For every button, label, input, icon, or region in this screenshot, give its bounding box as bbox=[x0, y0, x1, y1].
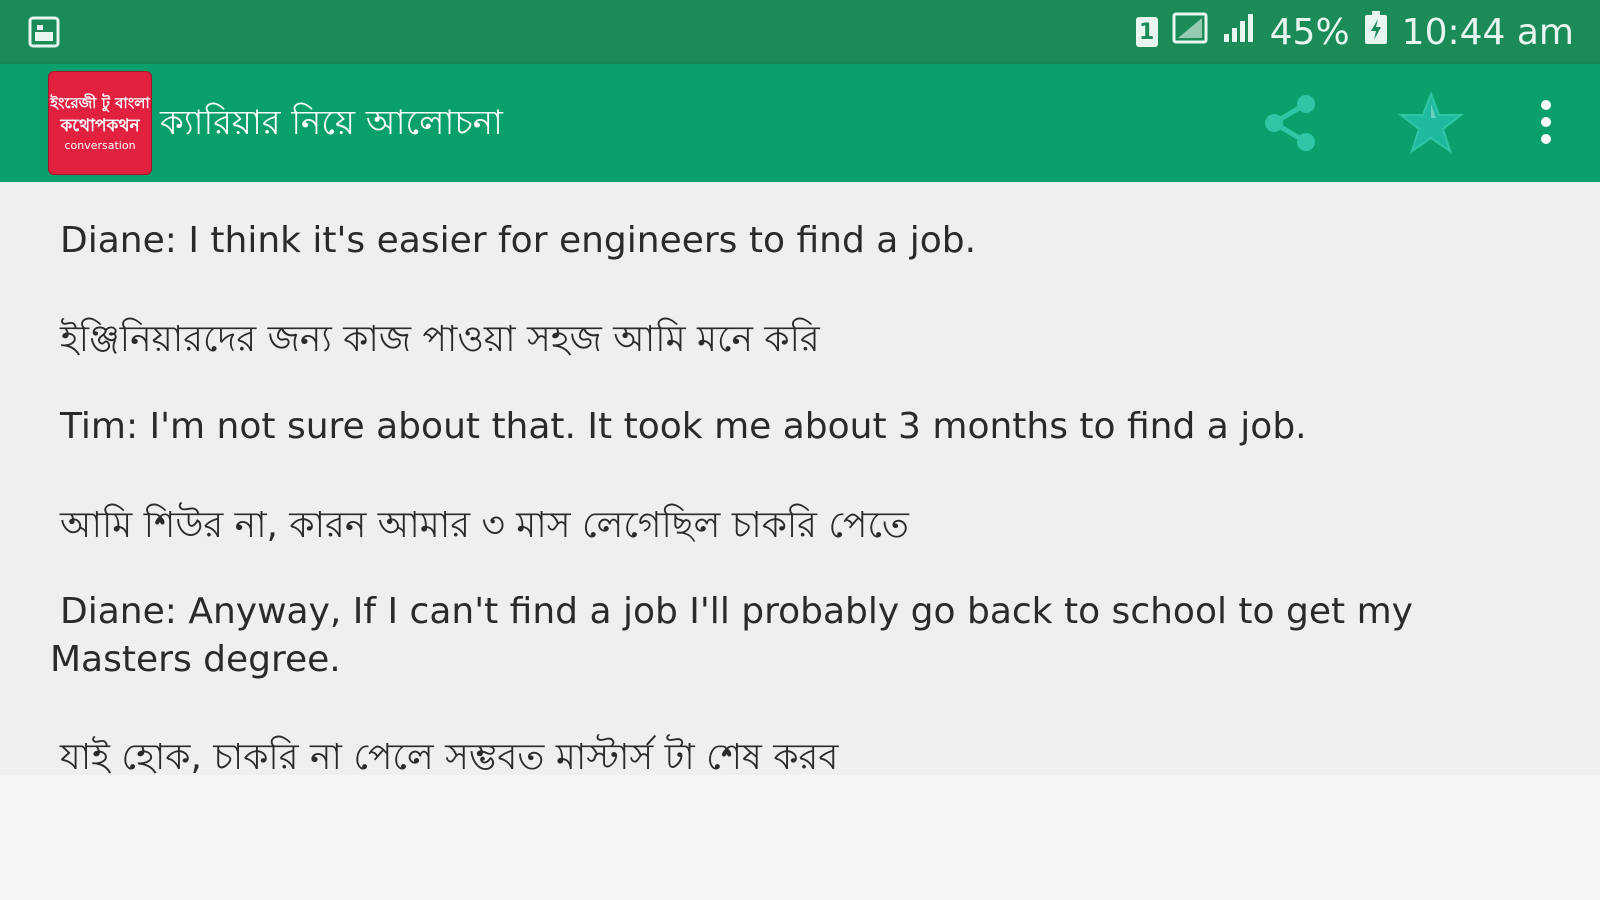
conversation-content[interactable]: Diane: I think it's easier for engineers… bbox=[0, 182, 1600, 775]
app-logo: ইংরেজী টু বাংলা কথোপকথন conversation bbox=[48, 71, 152, 175]
signal-bars-icon bbox=[1222, 12, 1256, 53]
favorite-button[interactable] bbox=[1398, 90, 1464, 156]
dialogue-line: Diane: I think it's easier for engineers… bbox=[60, 220, 977, 261]
translation-line: যাই হোক, চাকরি না পেলে সম্ভবত মাস্টার্স … bbox=[60, 737, 839, 775]
page-title: ক্যারিয়ার নিয়ে আলোচনা bbox=[160, 103, 503, 143]
logo-line-3: conversation bbox=[64, 139, 136, 152]
translation-line: আমি শিউর না, কারন আমার ৩ মাস লেগেছিল চাক… bbox=[60, 505, 909, 546]
share-icon bbox=[1265, 95, 1315, 151]
sim-label: 1 bbox=[1139, 19, 1155, 45]
battery-charging-icon bbox=[1364, 10, 1388, 54]
translation-line: ইঞ্জিনিয়ারদের জন্য কাজ পাওয়া সহজ আমি ম… bbox=[60, 319, 820, 360]
signal-box-icon bbox=[1172, 12, 1208, 53]
dialogue-line: Tim: I'm not sure about that. It took me… bbox=[60, 406, 1307, 447]
blank-footer-area bbox=[0, 775, 1600, 900]
image-notification-icon bbox=[28, 16, 60, 52]
sim-icon: 1 bbox=[1135, 17, 1158, 47]
battery-percent: 45% bbox=[1269, 11, 1350, 53]
share-button[interactable] bbox=[1260, 92, 1322, 154]
app-bar: ইংরেজী টু বাংলা কথোপকথন conversation ক্য… bbox=[0, 64, 1600, 182]
overflow-menu-button[interactable] bbox=[1528, 96, 1564, 150]
logo-line-2: কথোপকথন bbox=[60, 116, 140, 136]
logo-line-1: ইংরেজী টু বাংলা bbox=[50, 94, 150, 112]
overflow-menu-icon bbox=[1541, 100, 1551, 144]
status-time: 10:44 am bbox=[1401, 11, 1574, 53]
status-indicators: 1 45% 10:44 am bbox=[1135, 0, 1574, 64]
dialogue-line: Diane: Anyway, If I can't find a job I'l… bbox=[50, 591, 1413, 680]
status-bar: 1 45% 10:44 am bbox=[0, 0, 1600, 64]
star-icon bbox=[1398, 91, 1464, 154]
